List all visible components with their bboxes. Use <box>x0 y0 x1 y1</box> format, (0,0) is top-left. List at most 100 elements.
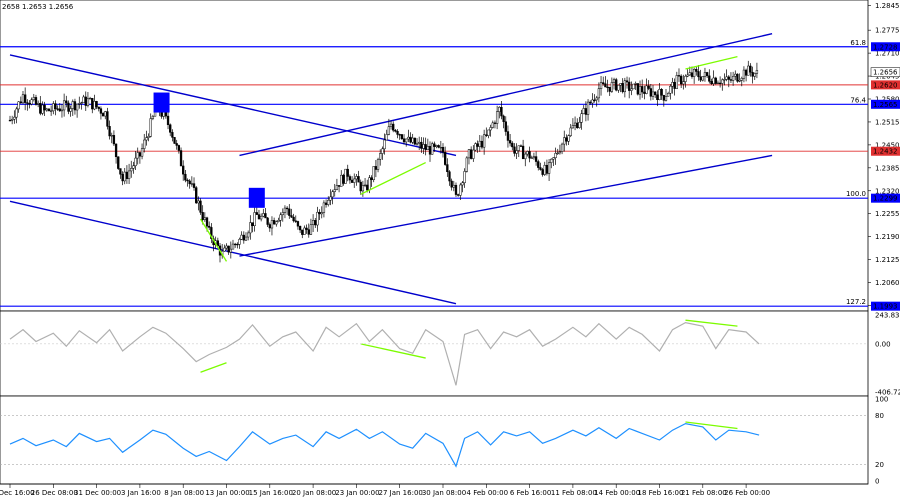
candle-body <box>662 95 665 101</box>
candle-body <box>409 136 412 143</box>
x-tick-label: 11 Feb 08:00 <box>551 489 597 497</box>
candle-body <box>47 108 51 112</box>
candle-body <box>563 137 566 145</box>
candle-body <box>21 94 25 104</box>
candle-body <box>441 146 445 153</box>
candle-body <box>253 212 256 227</box>
candle-body <box>716 82 720 85</box>
candle-body <box>573 122 577 126</box>
candle-body <box>444 152 447 165</box>
candle-body <box>426 146 429 150</box>
candle-body <box>524 153 527 160</box>
candle-body <box>17 101 20 110</box>
candle-body <box>634 83 637 85</box>
candle-body <box>19 101 22 104</box>
level-price-text: 1.2299 <box>873 195 898 203</box>
candle-body <box>723 79 726 81</box>
candle-body <box>543 164 546 175</box>
candle-body <box>379 153 382 160</box>
candle-body <box>346 168 349 177</box>
time-axis: 20 Dec 16:0026 Dec 08:0031 Dec 00:003 Ja… <box>0 484 770 497</box>
candle-body <box>43 104 46 111</box>
candle-body <box>450 180 453 188</box>
x-tick-label: 13 Jan 00:00 <box>205 489 249 497</box>
candle-body <box>643 91 646 94</box>
x-tick-label: 20 Dec 16:00 <box>0 489 35 497</box>
candle-body <box>411 137 414 143</box>
candle-body <box>117 156 120 169</box>
candle-body <box>62 100 66 111</box>
candle-body <box>703 72 707 77</box>
candle-body <box>617 84 620 91</box>
candle-body <box>647 85 650 89</box>
candle-body <box>24 94 27 103</box>
x-tick-label: 3 Jan 16:00 <box>121 489 161 497</box>
candle-body <box>749 65 752 73</box>
candle-body <box>314 220 317 226</box>
candle-body <box>545 164 549 174</box>
candle-body <box>368 177 371 191</box>
candle-body <box>88 97 92 100</box>
candle-body <box>692 69 696 77</box>
candle-body <box>630 88 633 91</box>
fib-level-label: 76.4 <box>850 96 866 104</box>
candle-body <box>97 106 100 109</box>
candle-body <box>508 140 512 144</box>
candle-body <box>197 200 200 204</box>
y-tick-label: 1.2515 <box>875 118 900 126</box>
candle-body <box>589 101 592 104</box>
candle-body <box>677 75 681 77</box>
candle-body <box>91 97 94 110</box>
candle-body <box>599 82 603 89</box>
x-tick-label: 15 Jan 16:00 <box>249 489 293 497</box>
x-tick-label: 8 Jan 08:00 <box>164 489 204 497</box>
candle-body <box>428 146 432 155</box>
candle-body <box>413 137 417 145</box>
candle-body <box>387 126 391 135</box>
candle-body <box>675 75 678 89</box>
rsi-pane <box>0 395 869 485</box>
candle-body <box>424 144 427 150</box>
candle-body <box>435 145 438 147</box>
candle-body <box>41 104 44 114</box>
candle-body <box>753 73 756 77</box>
forex-chart: 2658 1.2653 1.2656 61.8 76.4 100.0 127.2 1.… <box>0 0 900 497</box>
candle-body <box>285 207 289 210</box>
candle-body <box>290 215 293 218</box>
candle-body <box>569 127 572 136</box>
candle-body <box>465 157 468 172</box>
candle-body <box>32 97 35 100</box>
candle-body <box>71 101 74 109</box>
candle-body <box>519 145 523 147</box>
candle-body <box>580 113 583 123</box>
candle-body <box>658 89 661 100</box>
candle-body <box>45 108 48 111</box>
candle-body <box>121 173 124 182</box>
candle-body <box>298 225 302 231</box>
candle-body <box>52 103 55 112</box>
rsi-tick-label: 100 <box>875 396 888 404</box>
candle-body <box>515 150 518 154</box>
candle-body <box>201 212 204 220</box>
candle-body <box>28 103 31 105</box>
candle-body <box>275 221 278 225</box>
candle-body <box>560 143 564 152</box>
candle-body <box>576 122 579 129</box>
candle-body <box>112 135 116 145</box>
candle-body <box>610 82 614 92</box>
candle-body <box>296 221 300 227</box>
candle-body <box>578 122 581 129</box>
candle-body <box>283 207 287 213</box>
candle-body <box>751 71 754 77</box>
candle-body <box>528 151 531 159</box>
candle-body <box>305 227 308 230</box>
candle-body <box>506 131 510 141</box>
candle-body <box>474 143 477 151</box>
candle-body <box>95 101 98 108</box>
candle-body <box>309 224 313 235</box>
fib-level-label: 127.2 <box>846 298 866 306</box>
current-price-text: 1.2656 <box>873 69 898 77</box>
candle-body <box>686 74 689 77</box>
candle-body <box>348 176 352 181</box>
candle-body <box>8 119 12 122</box>
